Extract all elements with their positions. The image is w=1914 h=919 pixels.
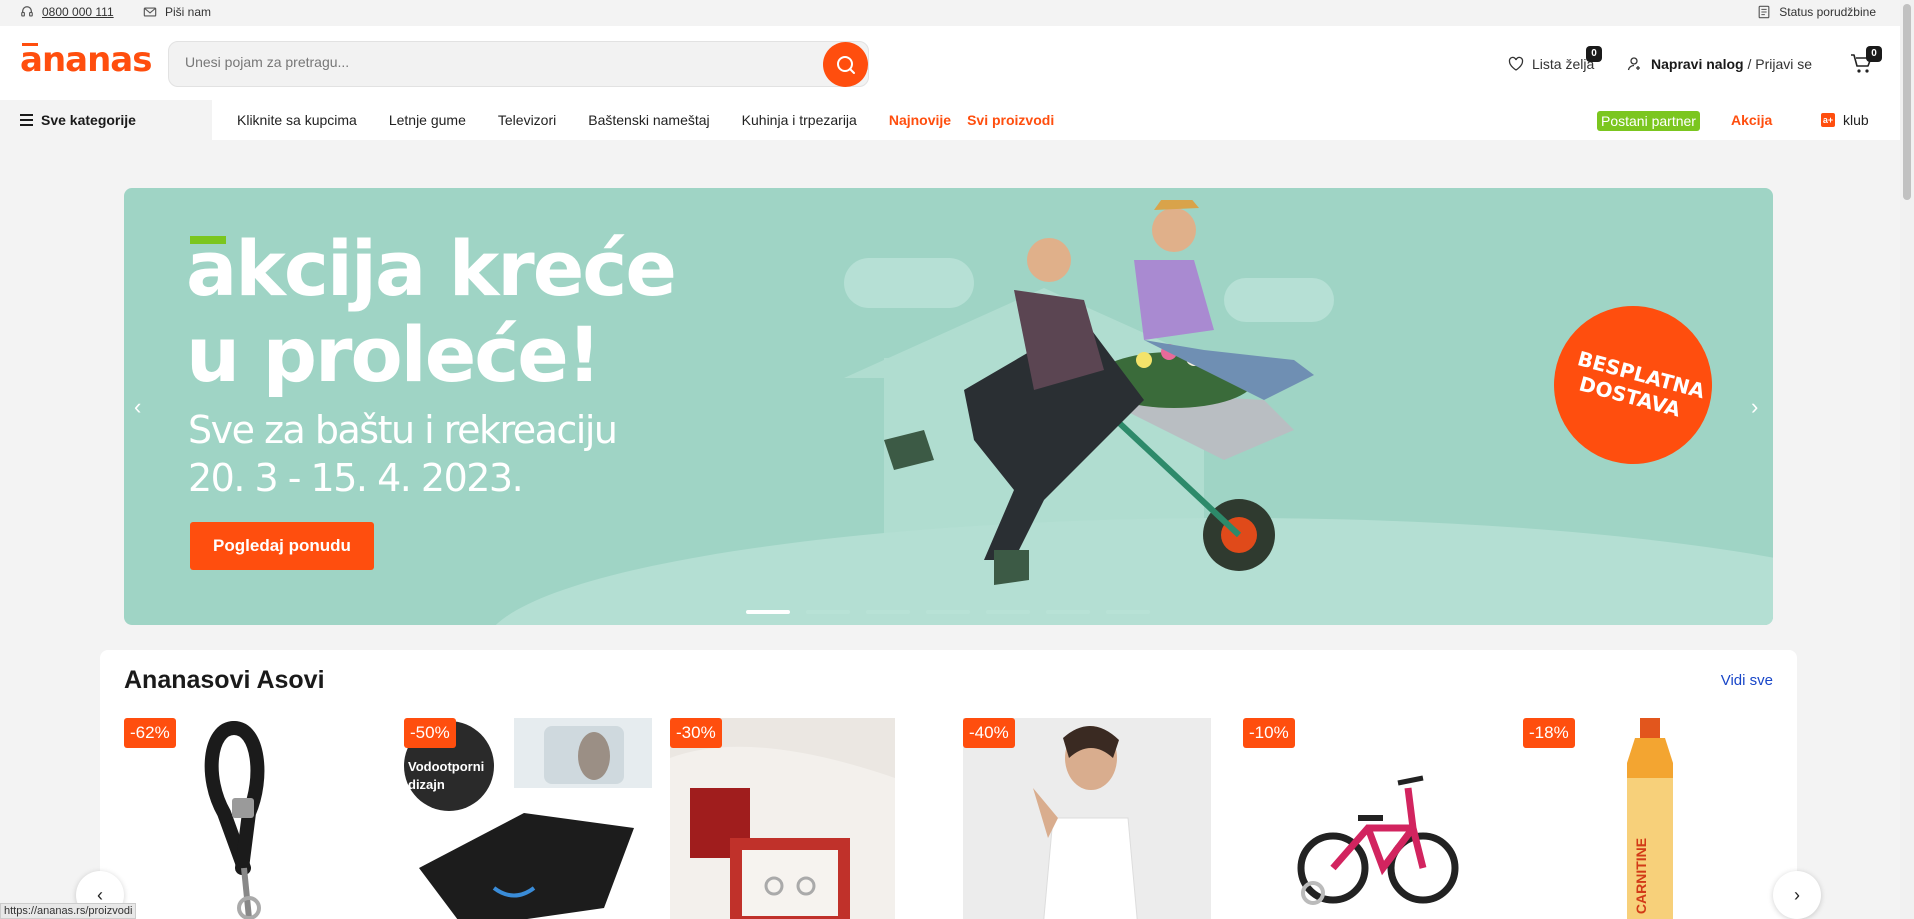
heart-icon	[1508, 56, 1524, 71]
all-categories-label: Sve kategorije	[41, 112, 136, 128]
order-status-label[interactable]: Status porudžbine	[1779, 5, 1876, 19]
slide-indicator	[746, 610, 1150, 614]
site-logo[interactable]: ananas	[20, 40, 152, 80]
nav-link[interactable]: Kliknite sa kupcima	[237, 112, 357, 128]
sale-link[interactable]: Akcija	[1731, 112, 1772, 128]
cart-count-badge: 0	[1866, 46, 1882, 62]
hero-next-arrow[interactable]: ›	[1751, 394, 1758, 420]
nav-link[interactable]: Letnje gume	[389, 112, 466, 128]
nav-link-all-products[interactable]: Svi proizvodi	[967, 112, 1054, 128]
search-button[interactable]	[823, 42, 868, 87]
hero-title-line-2: u proleće!	[186, 310, 602, 399]
chevron-right-icon: ›	[1794, 884, 1800, 905]
product-inset-text: Vodootporni dizajn	[408, 759, 485, 792]
hero-title-line-1: akcija kreće	[186, 224, 677, 313]
earrings-box-icon	[670, 718, 895, 919]
headset-icon	[21, 6, 33, 17]
site-header: ananas Lista želja 0 Napravi nalog / Pri…	[0, 26, 1900, 100]
product-card[interactable]: -40%	[963, 718, 1211, 919]
wishlist-label: Lista želja	[1532, 56, 1595, 72]
discount-badge: -40%	[963, 718, 1015, 748]
create-account-link[interactable]: Napravi nalog	[1651, 56, 1744, 72]
nav-link[interactable]: Kuhinja i trpezarija	[742, 112, 857, 128]
product-inset-text: CARNITINE	[1633, 837, 1650, 915]
product-card[interactable]: -50% Vodootporni dizajn	[404, 718, 652, 919]
leash-icon	[124, 718, 372, 919]
hero-title: akcija kreće u proleće!	[186, 224, 677, 399]
become-partner-link[interactable]: Postani partner	[1597, 111, 1700, 131]
hero-subtitle: Sve za baštu i rekreaciju	[188, 408, 618, 452]
mail-link[interactable]: Piši nam	[143, 5, 211, 19]
hero-dates: 20. 3 - 15. 4. 2023.	[188, 456, 524, 500]
litter-mat-icon	[404, 718, 652, 919]
section-title: Ananasovi Asovi	[124, 666, 325, 694]
nav-link-newest[interactable]: Najnovije	[889, 112, 951, 128]
wishlist-link[interactable]: Lista želja 0	[1508, 46, 1602, 72]
phone-link[interactable]: 0800 000 111	[20, 5, 114, 19]
gardeners-wheelbarrow-illustration	[884, 200, 1314, 585]
discount-badge: -18%	[1523, 718, 1575, 748]
all-categories-button[interactable]: Sve kategorije	[0, 100, 212, 140]
search-icon	[836, 55, 855, 74]
nav-link[interactable]: Televizori	[498, 112, 556, 128]
hero-banner[interactable]: akcija kreće u proleće! Sve za baštu i r…	[124, 188, 1773, 625]
see-offer-button[interactable]: Pogledaj ponudu	[190, 522, 374, 570]
mail-label[interactable]: Piši nam	[165, 5, 211, 19]
discount-badge: -50%	[404, 718, 456, 748]
cart-button[interactable]: 0	[1850, 46, 1882, 80]
search-input[interactable]	[185, 54, 785, 70]
status-url: https://ananas.rs/proizvodi	[0, 903, 137, 919]
see-all-link[interactable]: Vidi sve	[1721, 672, 1773, 689]
club-label: klub	[1843, 112, 1869, 128]
phone-number[interactable]: 0800 000 111	[42, 5, 114, 19]
login-link[interactable]: Prijavi se	[1755, 56, 1812, 72]
search-box	[168, 41, 869, 87]
user-icon	[1627, 57, 1640, 71]
account-link[interactable]: Napravi nalog / Prijavi se	[1627, 56, 1812, 72]
kids-bike-icon	[1243, 718, 1491, 919]
free-delivery-text: BESPLATNA DOSTAVA	[1575, 346, 1708, 422]
logo-text: ananas	[20, 40, 152, 80]
club-icon: a+	[1821, 113, 1835, 127]
slide-dot[interactable]	[806, 610, 850, 614]
account-separator: /	[1743, 56, 1756, 72]
slide-dot[interactable]	[986, 610, 1030, 614]
product-card[interactable]: -10%	[1243, 718, 1491, 919]
page-scrollbar[interactable]	[1900, 0, 1914, 919]
carousel-next-button[interactable]: ›	[1773, 871, 1821, 919]
logo-macron	[22, 43, 38, 46]
slide-dot[interactable]	[746, 610, 790, 614]
product-card[interactable]: -18% CARNITINE	[1523, 718, 1771, 919]
nav-link[interactable]: Baštenski nameštaj	[588, 112, 709, 128]
top-model-icon	[963, 718, 1211, 919]
menu-icon	[20, 114, 33, 126]
product-card[interactable]: -62%	[124, 718, 372, 919]
free-delivery-sticker: BESPLATNA DOSTAVA	[1536, 288, 1730, 482]
slide-dot[interactable]	[1106, 610, 1150, 614]
order-status-link[interactable]: Status porudžbine	[1757, 5, 1876, 19]
discount-badge: -62%	[124, 718, 176, 748]
slide-dot[interactable]	[926, 610, 970, 614]
nav-links: Kliknite sa kupcima Letnje gume Televizo…	[237, 112, 1054, 128]
wishlist-count-badge: 0	[1586, 46, 1602, 62]
discount-badge: -10%	[1243, 718, 1295, 748]
envelope-icon	[143, 7, 157, 17]
discount-badge: -30%	[670, 718, 722, 748]
hero-prev-arrow[interactable]: ‹	[134, 394, 141, 420]
main-nav: Sve kategorije Kliknite sa kupcima Letnj…	[0, 100, 1900, 140]
scrollbar-thumb[interactable]	[1903, 4, 1911, 200]
hero-subtitle-block: Sve za baštu i rekreaciju 20. 3 - 15. 4.…	[188, 406, 618, 502]
club-link[interactable]: a+ klub	[1821, 112, 1869, 128]
order-status-icon	[1758, 5, 1770, 19]
slide-dot[interactable]	[866, 610, 910, 614]
featured-products-section: Ananasovi Asovi Vidi sve -62% -50% Vodoo…	[76, 650, 1821, 919]
utility-bar: 0800 000 111 Piši nam Status porudžbine	[0, 0, 1914, 26]
product-card[interactable]: -30%	[670, 718, 895, 919]
slide-dot[interactable]	[1046, 610, 1090, 614]
